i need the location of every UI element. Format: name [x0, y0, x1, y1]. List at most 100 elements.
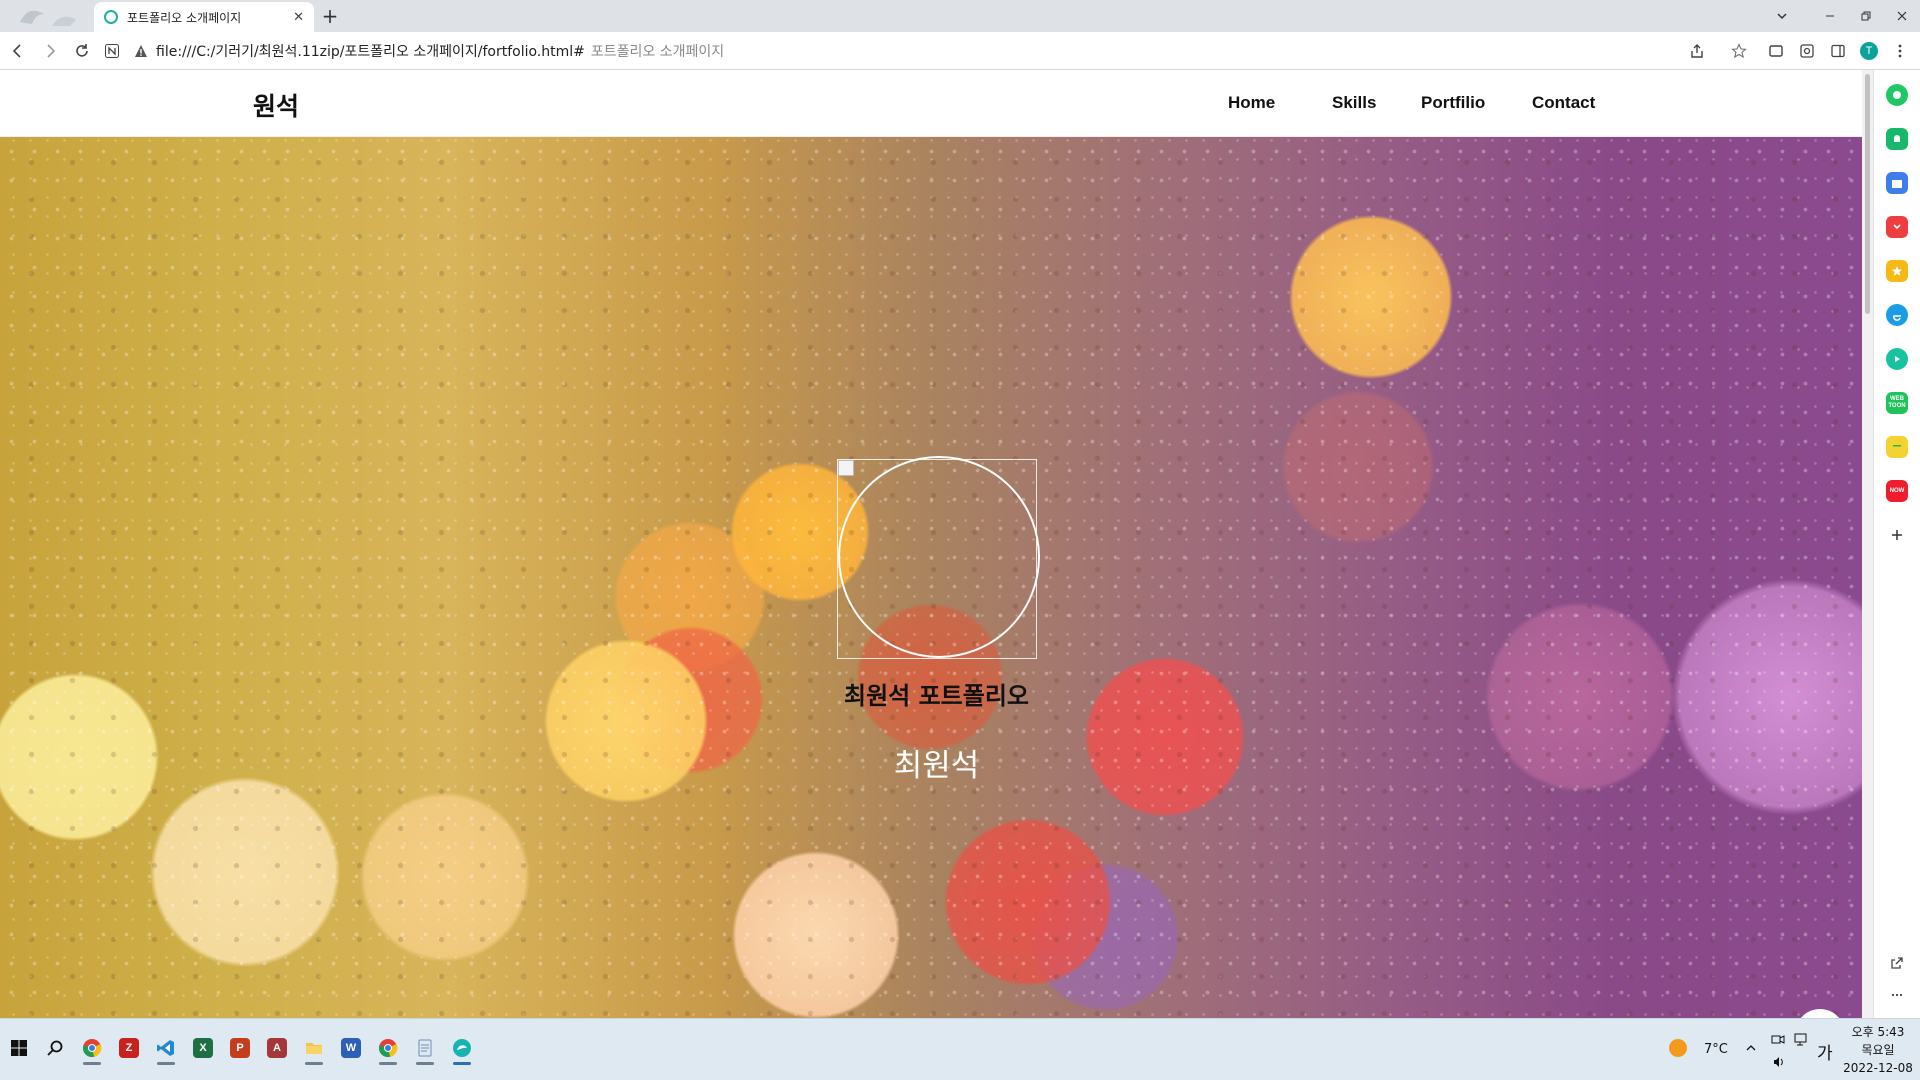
naver-home-button[interactable] [100, 39, 124, 63]
taskbar-app-edge[interactable] [445, 1031, 479, 1065]
weather-temp[interactable]: 7°C [1704, 1042, 1728, 1057]
close-window-button[interactable] [1882, 0, 1920, 32]
tab-close-icon[interactable]: ✕ [293, 10, 304, 25]
folder-icon [306, 1043, 322, 1054]
arrow-right-icon [47, 44, 56, 58]
back-button[interactable] [6, 39, 30, 63]
plus-icon [1892, 530, 1902, 540]
edge-icon[interactable] [1886, 304, 1908, 326]
panel-more-button[interactable] [1886, 984, 1908, 1006]
calendar-icon[interactable] [1886, 172, 1908, 194]
tray-network-button[interactable] [1788, 1023, 1814, 1057]
memo-icon[interactable] [1886, 436, 1908, 458]
naver-icon [105, 44, 119, 58]
forward-button[interactable] [38, 39, 62, 63]
chrome-icon [82, 1039, 102, 1058]
taskbar-app-file-explorer[interactable] [297, 1031, 331, 1065]
taskbar-app-word[interactable]: W [334, 1031, 368, 1065]
search-button[interactable] [38, 1031, 72, 1065]
music-icon[interactable] [1886, 348, 1908, 370]
page-scrollbar[interactable] [1862, 70, 1873, 1018]
hero-title: 최원석 포트폴리오 [844, 682, 1029, 710]
pocket-icon[interactable] [1886, 216, 1908, 238]
note-icon [1893, 445, 1901, 447]
pocket-save-icon [1893, 224, 1901, 230]
menu-button[interactable] [1888, 39, 1912, 63]
taskbar-app-excel[interactable]: X [186, 1031, 220, 1065]
weather-widget[interactable] [1668, 1031, 1688, 1065]
chrome-icon [378, 1039, 398, 1058]
taskbar-app-filezilla[interactable]: Z [112, 1031, 146, 1065]
start-button[interactable] [2, 1031, 36, 1065]
side-panel-button[interactable] [1826, 39, 1850, 63]
sun-icon [1669, 1039, 1687, 1057]
chat-icon[interactable] [1886, 84, 1908, 106]
tab-title: 포트폴리오 소개페이지 [127, 10, 242, 25]
taskbar-app-chrome[interactable] [75, 1031, 109, 1065]
restore-button[interactable] [1846, 0, 1886, 32]
webtoon-icon[interactable]: WEB TOON [1886, 392, 1908, 414]
ime-indicator[interactable]: 가 [1817, 1039, 1833, 1064]
profile-image [837, 456, 1040, 659]
taskbar-app-powerpoint[interactable]: P [223, 1031, 257, 1065]
favorites-star-icon [1892, 266, 1902, 276]
chevron-up-icon [1746, 1045, 1756, 1051]
clock[interactable]: 오후 5:43 목요일 2022-12-08 [1840, 1023, 1916, 1077]
tab-search-button[interactable] [1762, 0, 1802, 32]
open-external-button[interactable] [1886, 952, 1908, 974]
browser-side-panel: WEB TOON NOW [1873, 70, 1920, 1018]
running-indicator [305, 1062, 323, 1065]
reading-mode-button[interactable] [1764, 39, 1788, 63]
search-icon [47, 1040, 63, 1056]
nav-link-portfolio[interactable]: Portfilio [1421, 93, 1485, 113]
more-horizontal-icon [1891, 993, 1903, 997]
taskbar-app-vscode[interactable] [149, 1031, 183, 1065]
address-bar[interactable]: file:///C:/기러기/최원석.11zip/포트폴리오 소개페이지/for… [134, 38, 1754, 64]
page-viewport: 원석 Home Skills Portfilio Contact 최원석 포트폴… [0, 70, 1873, 1018]
taskbar-app-notepad[interactable] [408, 1031, 442, 1065]
scrollbar-thumb[interactable] [1865, 74, 1870, 314]
play-icon [1895, 356, 1900, 362]
capture-button[interactable] [1795, 39, 1819, 63]
profile-avatar: T [1860, 42, 1878, 60]
access-icon: A [267, 1038, 287, 1058]
shopping-icon[interactable]: NOW [1886, 480, 1908, 502]
site-logo[interactable]: 원석 [253, 87, 299, 123]
profile-button[interactable]: T [1857, 39, 1881, 63]
vscode-icon [157, 1040, 174, 1056]
running-indicator [83, 1062, 101, 1065]
windows-logo-icon [11, 1040, 27, 1056]
nav-link-contact[interactable]: Contact [1532, 93, 1595, 113]
new-tab-button[interactable]: + [318, 4, 342, 28]
running-indicator [379, 1062, 397, 1065]
calendar-grid-icon [1892, 180, 1902, 188]
profile-image-circle [838, 456, 1040, 658]
browser-toolbar: file:///C:/기러기/최원석.11zip/포트폴리오 소개페이지/for… [0, 32, 1920, 70]
clock-date: 2022-12-08 [1843, 1061, 1913, 1075]
star-icon[interactable] [1886, 260, 1908, 282]
nav-link-skills[interactable]: Skills [1332, 93, 1376, 113]
more-vertical-icon [1898, 44, 1902, 58]
share-button[interactable] [1685, 39, 1709, 63]
taskbar-app-chrome-2[interactable] [371, 1031, 405, 1065]
nav-link-home[interactable]: Home [1228, 93, 1275, 113]
active-indicator [453, 1062, 471, 1065]
add-panel-button[interactable] [1886, 524, 1908, 546]
reload-button[interactable] [70, 39, 94, 63]
tray-overflow-button[interactable] [1736, 1031, 1766, 1065]
external-link-icon [1891, 957, 1903, 969]
browser-tab-bar: 포트폴리오 소개페이지 ✕ + [0, 0, 1920, 32]
taskbar-app-access[interactable]: A [260, 1031, 294, 1065]
clock-day: 목요일 [1861, 1043, 1895, 1057]
warning-icon [135, 45, 147, 57]
bookmark-button[interactable] [1727, 39, 1751, 63]
bell-icon[interactable] [1886, 128, 1908, 150]
minimize-button[interactable] [1810, 0, 1850, 32]
meet-icon [1771, 1035, 1785, 1044]
tray-volume-button[interactable] [1769, 1051, 1789, 1073]
running-indicator [416, 1062, 434, 1065]
bird-logo-icon [20, 10, 76, 26]
bookmark-star-icon [1731, 43, 1747, 59]
active-tab[interactable]: 포트폴리오 소개페이지 ✕ [94, 2, 314, 32]
share-icon [1691, 44, 1703, 58]
